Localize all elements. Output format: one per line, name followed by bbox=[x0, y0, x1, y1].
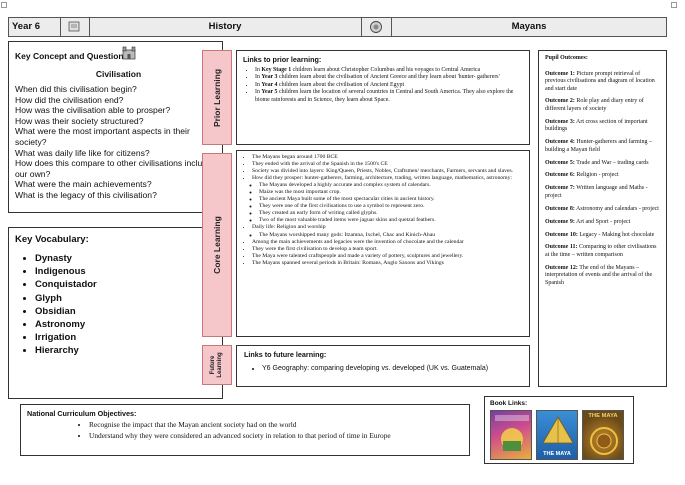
vocab-word: Dynasty bbox=[35, 252, 222, 265]
prior-learning-label: Prior Learning bbox=[202, 50, 232, 145]
core-learning-label: Core Learning bbox=[202, 153, 232, 337]
key-concept-title: Key Concept and Questions: bbox=[15, 51, 132, 61]
question: How did the civilisation end? bbox=[15, 94, 124, 105]
book-title: THE MAYA bbox=[543, 451, 571, 457]
outcome-item: Outcome 8: Astronomy and calendars - pro… bbox=[545, 205, 659, 212]
book-cover[interactable]: THE MAYA bbox=[536, 410, 578, 460]
vocabulary-box: Key Vocabulary: Dynasty Indigenous Conqu… bbox=[8, 227, 223, 399]
core-subitem: The Mayans developed a highly accurate a… bbox=[259, 182, 525, 189]
book-title: THE MAYA bbox=[588, 413, 618, 419]
core-item: Among the main achievements and legacies… bbox=[252, 239, 525, 246]
outcome-item: Outcome 5: Trade and War – trading cards bbox=[545, 159, 649, 166]
outcome-item: Outcome 10: Legacy - Making hot chocolat… bbox=[545, 231, 655, 238]
book-cover-art-icon bbox=[495, 415, 529, 451]
core-item: Daily life: Religion and worship bbox=[252, 224, 525, 231]
prior-learning-title: Links to prior learning: bbox=[243, 55, 322, 64]
outcome-item: Outcome 6: Religion - project bbox=[545, 172, 619, 179]
future-learning-label-text: Future Learning bbox=[210, 352, 223, 378]
header-bar: Year 6 History Mayans bbox=[8, 17, 667, 37]
future-learning-title: Links to future learning: bbox=[244, 350, 327, 359]
book-cover[interactable]: THE MAYA bbox=[582, 410, 624, 460]
outcome-item: Outcome 3: Art cross section of importan… bbox=[545, 118, 648, 133]
vocab-word: Indigenous bbox=[35, 265, 222, 278]
subject-label: History bbox=[89, 18, 362, 36]
globe-icon-cell bbox=[361, 18, 392, 36]
core-learning-list-3: Among the main achievements and legacies… bbox=[241, 239, 525, 267]
future-learning-list: Y6 Geography: comparing developing vs. d… bbox=[244, 365, 523, 372]
castle-icon bbox=[122, 46, 136, 60]
curriculum-objectives-list: Recognise the impact that the Mayan anci… bbox=[27, 420, 463, 441]
question: How does this compare to other civilisat… bbox=[15, 158, 219, 179]
key-questions-list: When did this civilisation begin? How di… bbox=[15, 84, 222, 201]
scroll-icon-cell bbox=[57, 18, 90, 36]
core-item: The Maya were talented craftspeople and … bbox=[252, 253, 525, 260]
page-corner-mark bbox=[671, 2, 677, 8]
curriculum-objectives-box: National Curriculum Objectives: Recognis… bbox=[20, 404, 470, 456]
outcome-item: Outcome 12: The end of the Mayans – inte… bbox=[545, 264, 653, 286]
prior-learning-label-text: Prior Learning bbox=[212, 68, 222, 127]
core-item: The Mayans spanned several periods in Br… bbox=[252, 260, 525, 267]
core-learning-label-text: Core Learning bbox=[212, 216, 222, 274]
question: What is the legacy of this civilisation? bbox=[15, 189, 157, 200]
vocab-word: Astronomy bbox=[35, 318, 222, 331]
future-item: Y6 Geography: comparing developing vs. d… bbox=[262, 365, 523, 372]
book-cover[interactable] bbox=[490, 410, 532, 460]
question: How was the civilisation able to prosper… bbox=[15, 105, 171, 116]
book-links-box: Book Links: THE MAYA THE MAYA bbox=[484, 396, 634, 464]
key-concept-name: Civilisation bbox=[95, 69, 142, 79]
outcome-item: Outcome 7: Written language and Maths - … bbox=[545, 185, 648, 199]
question: How was their society structured? bbox=[15, 115, 144, 126]
core-learning-list-2: Daily life: Religion and worship bbox=[241, 224, 525, 231]
core-item: The Mayans began around 1700 BCE bbox=[252, 154, 525, 161]
question: What were the main achievements? bbox=[15, 179, 152, 190]
prior-learning-list: In Key Stage 1 children learn about Chri… bbox=[243, 67, 523, 104]
core-item: They were the first civilisation to deve… bbox=[252, 246, 525, 253]
key-concept-box: Key Concept and Questions: Civilisation … bbox=[8, 41, 223, 213]
prior-learning-box: Links to prior learning: In Key Stage 1 … bbox=[236, 50, 530, 145]
objective-item: Recognise the impact that the Mayan anci… bbox=[89, 420, 463, 431]
curriculum-objectives-title: National Curriculum Objectives: bbox=[27, 409, 137, 418]
vocabulary-title: Key Vocabulary: bbox=[15, 234, 89, 245]
book-links-title: Book Links: bbox=[490, 400, 528, 407]
topic-label: Mayans bbox=[511, 21, 547, 32]
prior-item: In Year 5 children learn the location of… bbox=[255, 89, 523, 104]
pupil-outcomes-box: Pupil Outcomes: Outcome 1: Picture promp… bbox=[538, 50, 667, 387]
outcome-item: Outcome 1: Picture prompt retrieval of p… bbox=[545, 70, 655, 92]
prior-item: In Year 3 children learn about the civil… bbox=[255, 74, 523, 81]
vocab-word: Conquistador bbox=[35, 278, 222, 291]
pyramid-icon bbox=[542, 416, 574, 444]
outcome-item: Outcome 9: Art and Sport - project bbox=[545, 218, 631, 225]
future-learning-label: Future Learning bbox=[202, 345, 232, 385]
question: What were the most important aspects in … bbox=[15, 126, 190, 147]
outcome-item: Outcome 11: Comparing to other civilisat… bbox=[545, 244, 657, 258]
core-subitem: The Mayans worshipped many gods: Itzamna… bbox=[259, 232, 525, 239]
pupil-outcomes-title: Pupil Outcomes: bbox=[545, 55, 588, 61]
vocab-word: Obsidian bbox=[35, 305, 222, 318]
objective-item: Understand why they were considered an a… bbox=[89, 431, 463, 442]
question: What was daily life like for citizens? bbox=[15, 147, 150, 158]
outcome-item: Outcome 4: Hunter-gatherers and farming … bbox=[545, 139, 653, 153]
vocabulary-list: Dynasty Indigenous Conquistador Glyph Ob… bbox=[15, 252, 222, 358]
core-learning-box: The Mayans began around 1700 BCE They en… bbox=[236, 150, 530, 337]
globe-icon bbox=[370, 21, 382, 33]
future-learning-box: Links to future learning: Y6 Geography: … bbox=[236, 345, 530, 387]
core-sublist: The Mayans worshipped many gods: Itzamna… bbox=[241, 232, 525, 239]
core-sublist: The Mayans developed a highly accurate a… bbox=[241, 182, 525, 224]
year-label: Year 6 bbox=[9, 18, 61, 36]
scroll-icon bbox=[68, 21, 80, 32]
question: When did this civilisation begin? bbox=[15, 84, 137, 94]
vocab-word: Irrigation bbox=[35, 331, 222, 344]
outcome-item: Outcome 2: Role play and diary entry of … bbox=[545, 98, 644, 112]
vocab-word: Glyph bbox=[35, 292, 222, 305]
core-learning-list: The Mayans began around 1700 BCE They en… bbox=[241, 154, 525, 182]
page-corner-mark bbox=[1, 2, 7, 8]
vocab-word: Hierarchy bbox=[35, 344, 222, 357]
